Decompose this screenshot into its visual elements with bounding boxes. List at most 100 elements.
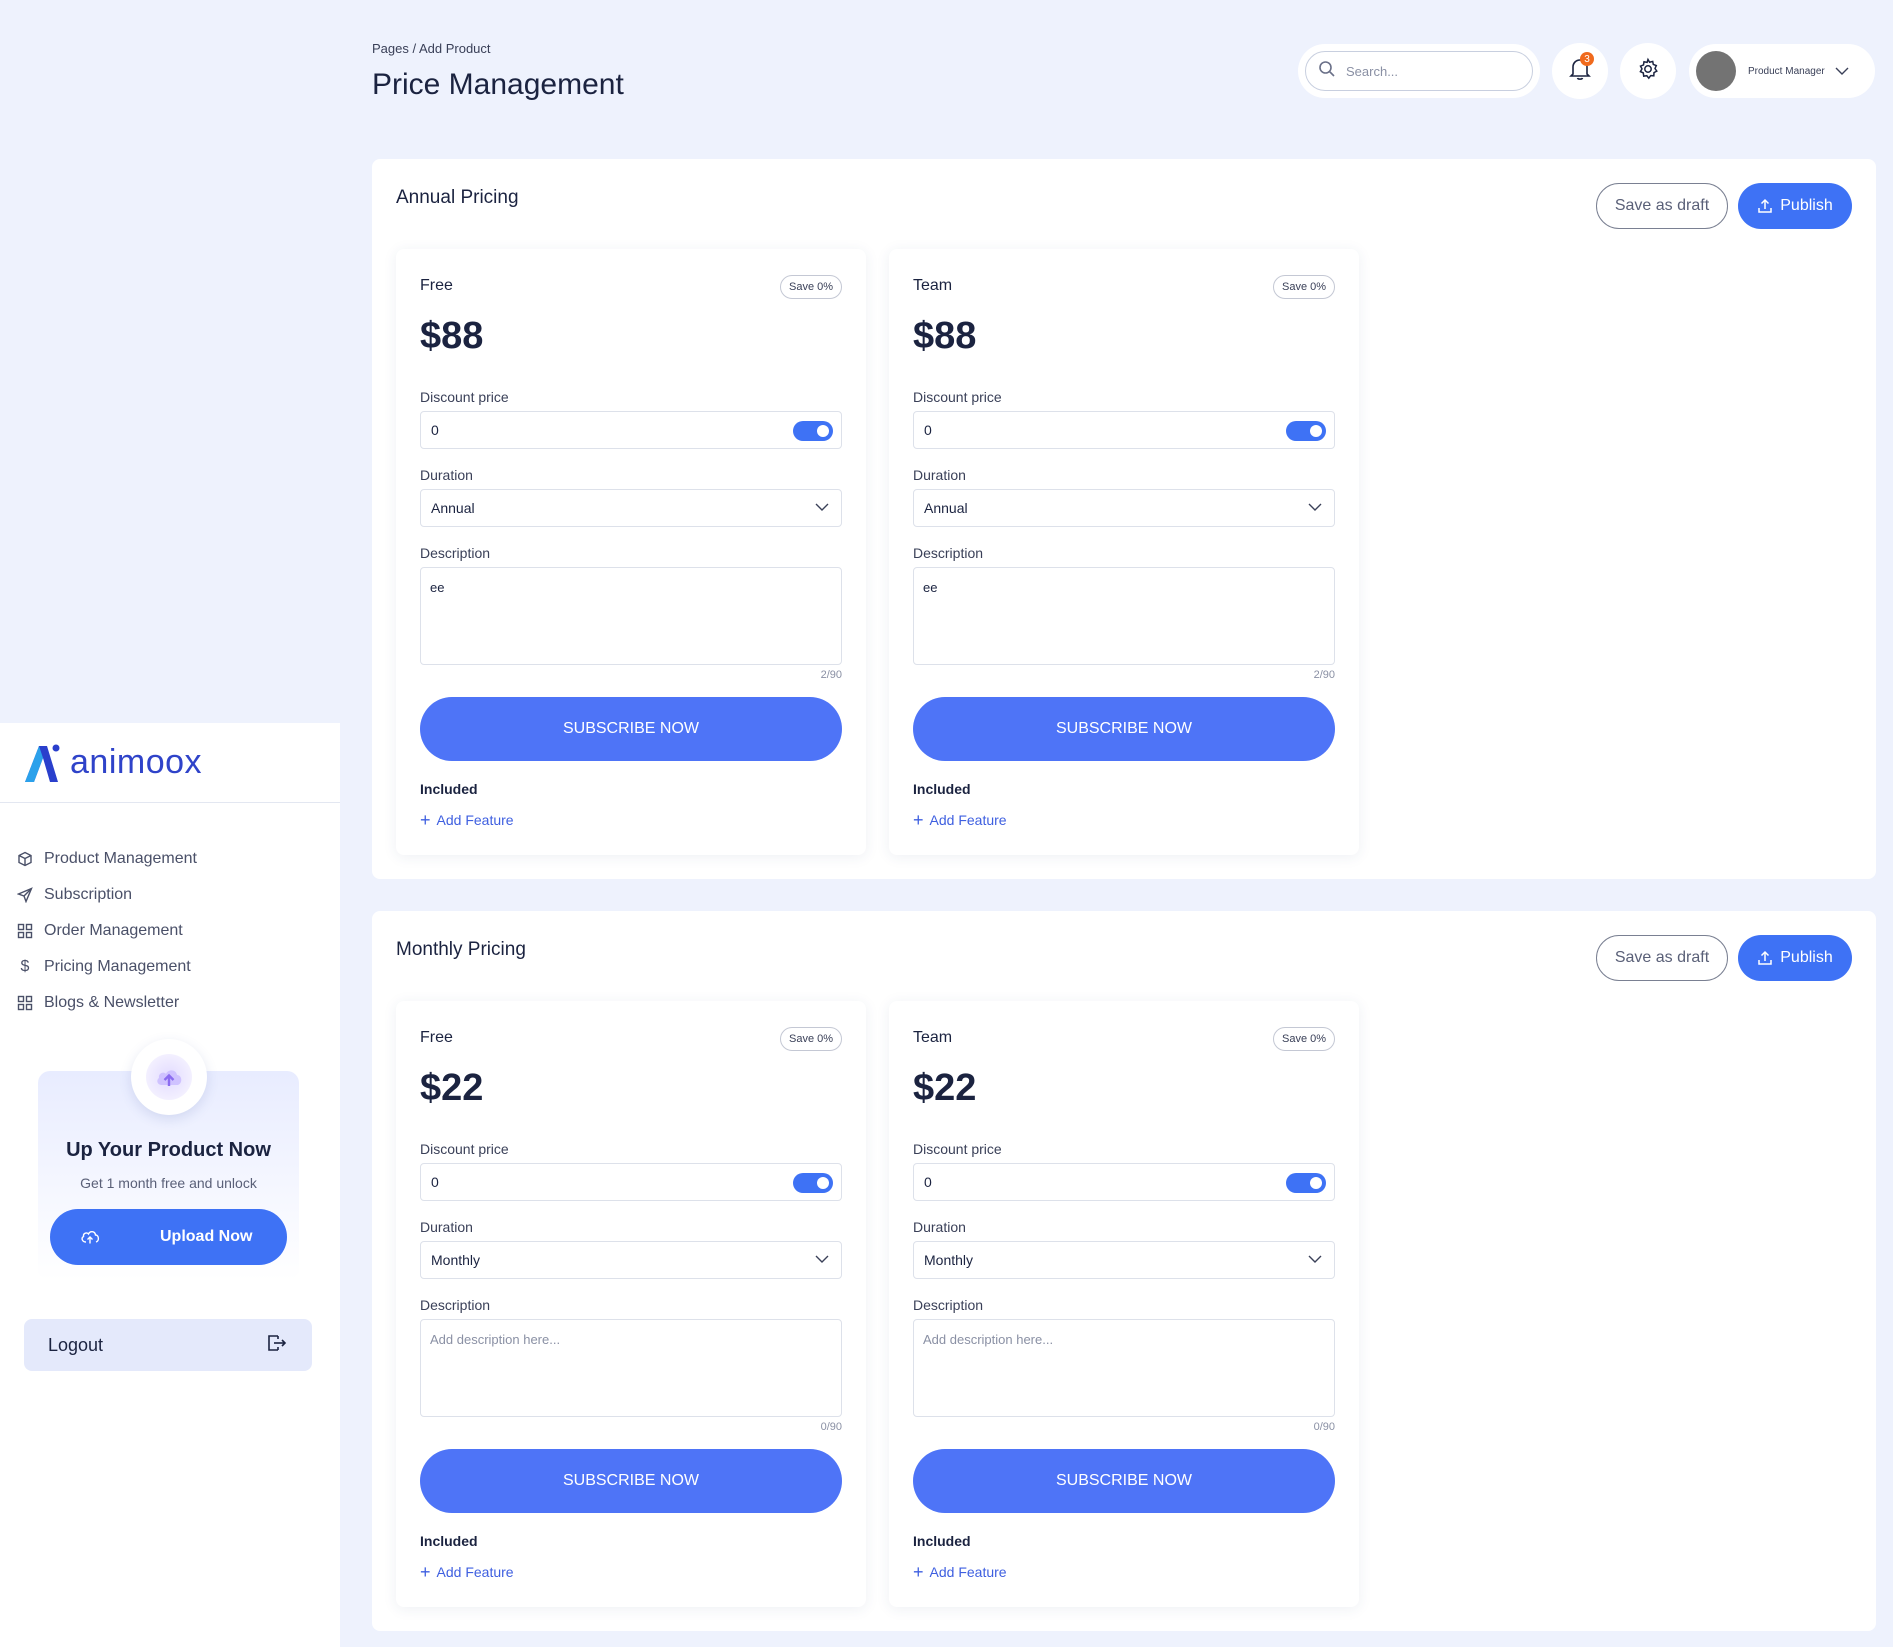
brand-name: animoox bbox=[70, 743, 203, 781]
duration-value: Monthly bbox=[431, 1252, 481, 1268]
publish-button[interactable]: Publish bbox=[1738, 183, 1852, 229]
brand-logo[interactable]: animoox bbox=[0, 723, 340, 803]
sidebar-item-label: Subscription bbox=[44, 886, 133, 903]
discount-value: 0 bbox=[924, 1174, 932, 1190]
pricing-card-free: Free Save 0% $88 Discount price 0 Durati… bbox=[396, 249, 866, 855]
upload-icon bbox=[1757, 198, 1773, 214]
description-label: Description bbox=[420, 545, 491, 561]
duration-value: Annual bbox=[924, 500, 968, 516]
sidebar-item-label: Product Management bbox=[44, 850, 197, 867]
settings-button[interactable] bbox=[1620, 43, 1676, 99]
publish-label: Publish bbox=[1780, 197, 1833, 214]
page-title: Price Management bbox=[372, 68, 624, 101]
description-textarea[interactable]: ee bbox=[420, 567, 842, 665]
profile-menu[interactable]: Product Manager bbox=[1689, 44, 1875, 98]
upload-icon bbox=[1757, 950, 1773, 966]
duration-select[interactable]: Annual bbox=[420, 489, 842, 527]
sidebar-item-blogs-newsletter[interactable]: Blogs & Newsletter bbox=[16, 985, 340, 1021]
upload-now-label: Upload Now bbox=[160, 1228, 253, 1245]
discount-price-field[interactable]: 0 bbox=[420, 411, 842, 449]
add-feature-link[interactable]: + Add Feature bbox=[420, 1563, 514, 1581]
chevron-down-icon bbox=[1835, 66, 1849, 76]
breadcrumb[interactable]: Pages / Add Product bbox=[372, 41, 491, 56]
description-textarea[interactable]: ee bbox=[913, 567, 1335, 665]
plus-icon: + bbox=[420, 810, 431, 830]
logout-label: Logout bbox=[48, 1334, 104, 1355]
character-counter: 0/90 bbox=[820, 1421, 842, 1433]
box-icon bbox=[16, 850, 34, 868]
notifications-button[interactable]: 3 bbox=[1552, 43, 1608, 99]
sidebar-item-pricing-management[interactable]: $ Pricing Management bbox=[16, 949, 340, 985]
add-feature-label: Add Feature bbox=[436, 1564, 514, 1580]
included-label: Included bbox=[913, 781, 971, 797]
subscribe-now-button[interactable]: SUBSCRIBE NOW bbox=[913, 1449, 1335, 1513]
section-title: Annual Pricing bbox=[396, 187, 519, 208]
save-badge: Save 0% bbox=[1273, 275, 1335, 299]
discount-toggle[interactable] bbox=[1286, 421, 1326, 441]
sidebar-item-label: Blogs & Newsletter bbox=[44, 994, 180, 1011]
add-feature-link[interactable]: + Add Feature bbox=[420, 811, 514, 829]
subscribe-now-button[interactable]: SUBSCRIBE NOW bbox=[420, 1449, 842, 1513]
logout-icon bbox=[266, 1333, 288, 1358]
sidebar-item-product-management[interactable]: Product Management bbox=[16, 841, 340, 877]
duration-select[interactable]: Monthly bbox=[913, 1241, 1335, 1279]
plus-icon: + bbox=[420, 1562, 431, 1582]
discount-label: Discount price bbox=[913, 1141, 1002, 1157]
duration-label: Duration bbox=[913, 1219, 966, 1235]
plan-price: $88 bbox=[913, 315, 977, 357]
add-feature-link[interactable]: + Add Feature bbox=[913, 811, 1007, 829]
sidebar-item-subscription[interactable]: Subscription bbox=[16, 877, 340, 913]
pricing-card-team: Team Save 0% $22 Discount price 0 Durati… bbox=[889, 1001, 1359, 1607]
upload-now-button[interactable]: Upload Now bbox=[50, 1209, 287, 1265]
discount-price-field[interactable]: 0 bbox=[913, 1163, 1335, 1201]
discount-toggle[interactable] bbox=[1286, 1173, 1326, 1193]
notification-count-badge: 3 bbox=[1580, 52, 1594, 66]
duration-value: Annual bbox=[431, 500, 475, 516]
search-box[interactable] bbox=[1305, 51, 1533, 91]
send-icon bbox=[16, 886, 34, 904]
description-textarea[interactable]: Add description here... bbox=[420, 1319, 842, 1417]
publish-button[interactable]: Publish bbox=[1738, 935, 1852, 981]
search-input[interactable] bbox=[1346, 63, 1506, 79]
plan-price: $22 bbox=[913, 1067, 977, 1109]
promo-subtitle: Get 1 month free and unlock bbox=[80, 1175, 257, 1191]
pricing-card-team: Team Save 0% $88 Discount price 0 Durati… bbox=[889, 249, 1359, 855]
add-feature-link[interactable]: + Add Feature bbox=[913, 1563, 1007, 1581]
subscribe-now-button[interactable]: SUBSCRIBE NOW bbox=[913, 697, 1335, 761]
chevron-down-icon bbox=[815, 1254, 829, 1264]
discount-price-field[interactable]: 0 bbox=[420, 1163, 842, 1201]
discount-toggle[interactable] bbox=[793, 421, 833, 441]
plan-name: Free bbox=[420, 277, 453, 294]
discount-value: 0 bbox=[431, 1174, 439, 1190]
save-as-draft-button[interactable]: Save as draft bbox=[1596, 935, 1728, 981]
discount-price-field[interactable]: 0 bbox=[913, 411, 1335, 449]
plan-name: Team bbox=[913, 277, 953, 294]
save-badge: Save 0% bbox=[1273, 1027, 1335, 1051]
save-as-draft-button[interactable]: Save as draft bbox=[1596, 183, 1728, 229]
plan-name: Free bbox=[420, 1029, 453, 1046]
monthly-pricing-section: Monthly Pricing Save as draft Publish Fr… bbox=[372, 911, 1876, 1631]
pricing-card-free: Free Save 0% $22 Discount price 0 Durati… bbox=[396, 1001, 866, 1607]
add-feature-label: Add Feature bbox=[929, 812, 1007, 828]
sidebar-item-label: Pricing Management bbox=[44, 958, 191, 975]
sidebar-item-order-management[interactable]: Order Management bbox=[16, 913, 340, 949]
duration-label: Duration bbox=[420, 467, 473, 483]
annual-pricing-section: Annual Pricing Save as draft Publish Fre… bbox=[372, 159, 1876, 879]
character-counter: 0/90 bbox=[1313, 1421, 1335, 1433]
logout-button[interactable]: Logout bbox=[24, 1319, 312, 1371]
included-label: Included bbox=[420, 781, 478, 797]
discount-toggle[interactable] bbox=[793, 1173, 833, 1193]
duration-select[interactable]: Monthly bbox=[420, 1241, 842, 1279]
duration-label: Duration bbox=[420, 1219, 473, 1235]
discount-value: 0 bbox=[924, 422, 932, 438]
chevron-down-icon bbox=[815, 502, 829, 512]
save-badge: Save 0% bbox=[780, 1027, 842, 1051]
subscribe-now-button[interactable]: SUBSCRIBE NOW bbox=[420, 697, 842, 761]
plus-icon: + bbox=[913, 1562, 924, 1582]
promo-title: Up Your Product Now bbox=[66, 1139, 271, 1161]
chevron-down-icon bbox=[1308, 502, 1322, 512]
included-label: Included bbox=[420, 1533, 478, 1549]
description-textarea[interactable]: Add description here... bbox=[913, 1319, 1335, 1417]
duration-select[interactable]: Annual bbox=[913, 489, 1335, 527]
section-title: Monthly Pricing bbox=[396, 939, 526, 960]
